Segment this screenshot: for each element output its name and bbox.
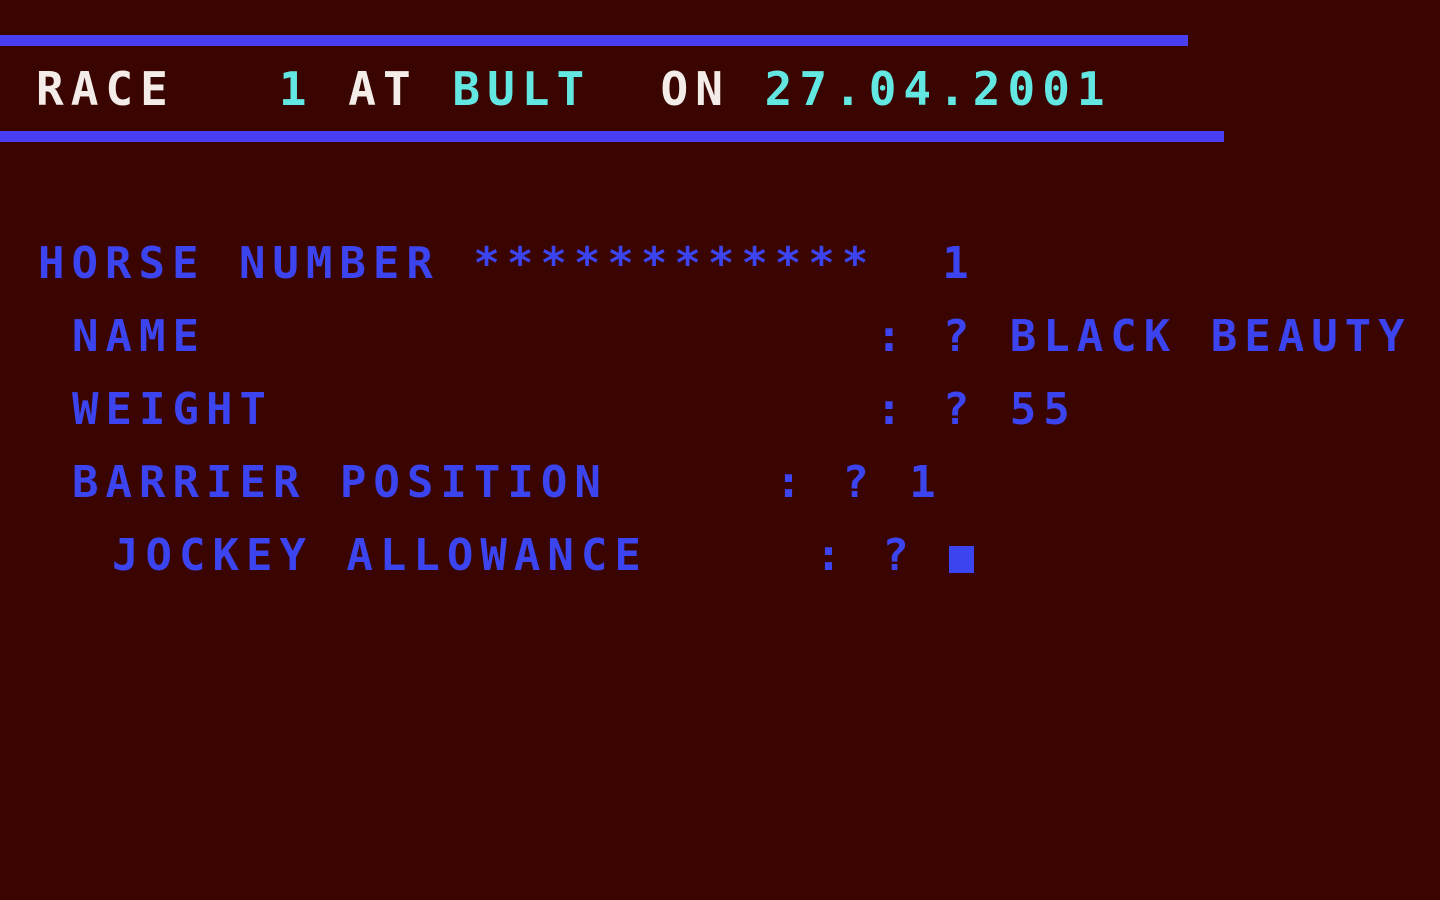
horse-number-separator: ************ [473,238,876,289]
text-cursor [949,546,975,573]
header-rule-bottom [0,131,1224,142]
field-row-name[interactable]: NAME : ? BLACK BEAUTY [0,311,1440,384]
horse-entry-form: HORSE NUMBER ************ 1 NAME : ? BLA… [0,238,1440,603]
field-row-barrier-position[interactable]: BARRIER POSITION : ? 1 [0,457,1440,530]
header-gap-2 [314,62,349,116]
field-pad-barrier-position [608,457,775,508]
field-row-weight[interactable]: WEIGHT : ? 55 [0,384,1440,457]
field-label-jockey-allowance: JOCKEY ALLOWANCE [112,530,648,581]
horse-number-value: 1 [942,238,976,289]
header-rule-top [0,35,1188,46]
field-value-name[interactable]: BLACK BEAUTY [1010,311,1412,362]
field-pad-jockey-allowance [648,530,815,581]
field-gap2-weight [976,384,1010,435]
field-gap-jockey-allowance [849,530,883,581]
header-gap-4 [591,62,660,116]
header-gap-3 [418,62,453,116]
field-label-name: NAME [72,311,206,362]
field-colon-jockey-allowance: : [815,530,849,581]
header-venue: BULT [452,62,592,116]
field-colon-weight: : [875,384,910,435]
field-gap-name [909,311,943,362]
field-row-jockey-allowance[interactable]: JOCKEY ALLOWANCE : ? [0,530,1440,603]
field-value-weight[interactable]: 55 [1010,384,1077,435]
field-gap2-barrier-position [876,457,910,508]
field-gap2-jockey-allowance [916,530,950,581]
header-on-label: ON [660,62,730,116]
header-date: 27.04.2001 [764,62,1112,116]
field-gap2-name [976,311,1010,362]
horse-number-label: HORSE NUMBER [38,238,440,289]
header-banner: RACE 1 AT BULT ON 27.04.2001 [0,0,1440,150]
terminal-screen: RACE 1 AT BULT ON 27.04.2001 HORSE NUMBE… [0,0,1440,900]
field-gap-barrier-position [809,457,843,508]
field-prompt-name: ? [942,311,977,362]
header-gap-1 [175,62,279,116]
header-at-label: AT [348,62,418,116]
field-gap-weight [909,384,943,435]
field-pad-weight [273,384,876,435]
header-title-line: RACE 1 AT BULT ON 27.04.2001 [36,62,1112,116]
header-race-label: RACE [36,62,175,116]
field-label-weight: WEIGHT [72,384,273,435]
header-gap-5 [730,62,765,116]
field-prompt-jockey-allowance: ? [882,530,916,581]
field-prompt-barrier-position: ? [842,457,876,508]
horse-number-gap-a [440,238,474,289]
header-race-number: 1 [278,62,314,116]
field-pad-name [206,311,876,362]
horse-number-line: HORSE NUMBER ************ 1 [0,238,1440,311]
horse-number-gap-b [875,238,942,289]
field-label-barrier-position: BARRIER POSITION [72,457,608,508]
field-value-barrier-position[interactable]: 1 [909,457,943,508]
field-colon-barrier-position: : [775,457,809,508]
field-colon-name: : [875,311,910,362]
field-prompt-weight: ? [942,384,977,435]
